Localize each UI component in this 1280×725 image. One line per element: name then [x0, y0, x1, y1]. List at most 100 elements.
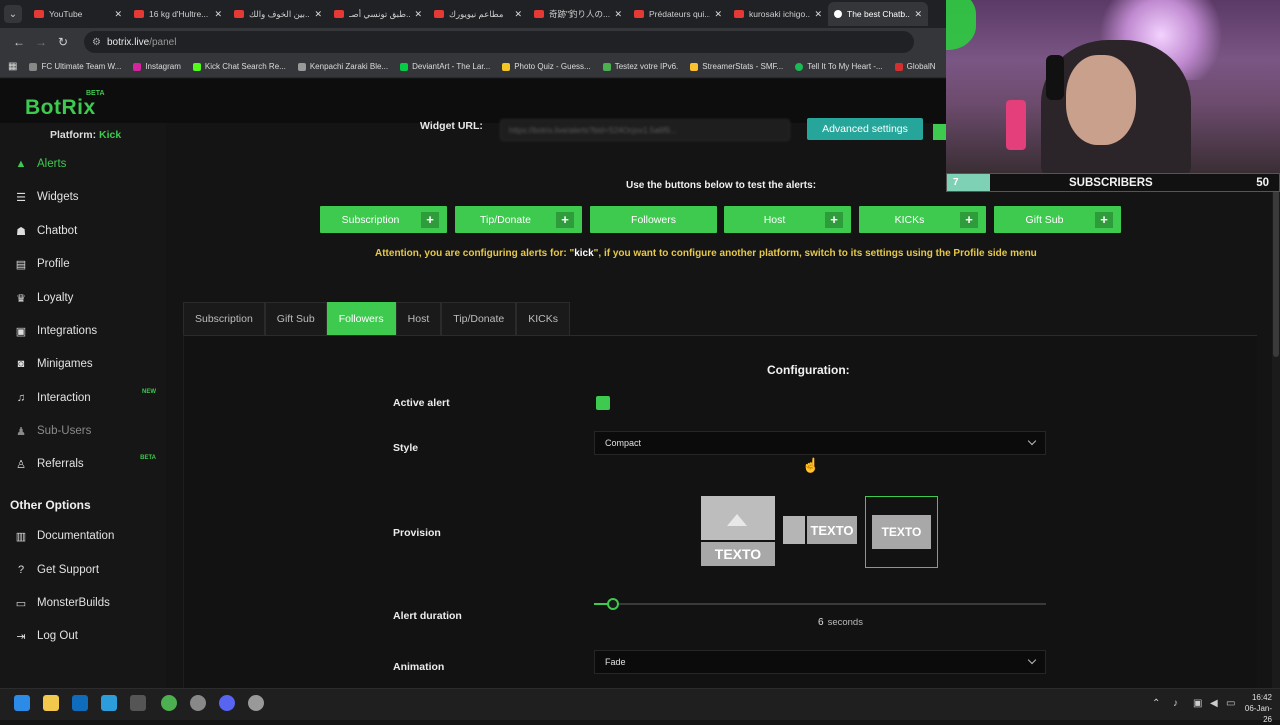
provision-option-stacked[interactable]: TEXTO — [701, 496, 775, 566]
tray-chevron-icon[interactable]: ⌃ — [1152, 698, 1160, 709]
animation-select[interactable]: Fade — [594, 650, 1046, 674]
tab-followers[interactable]: Followers — [326, 302, 396, 335]
steam-icon[interactable] — [130, 695, 146, 711]
active-alert-label: Active alert — [393, 397, 450, 409]
sidebar-item-minigames[interactable]: ◙ Minigames — [0, 351, 166, 377]
active-alert-checkbox[interactable] — [596, 396, 610, 410]
platform-indicator: Platform: Kick — [50, 129, 122, 141]
duration-slider-thumb[interactable] — [607, 598, 619, 610]
test-followers-button[interactable]: Followers — [590, 206, 717, 233]
sidebar-item-monsterbuilds[interactable]: ▭ MonsterBuilds — [0, 590, 166, 616]
sidebar-item-loyalty[interactable]: ♛ Loyalty — [0, 285, 166, 311]
widget-url-label: Widget URL: — [420, 120, 483, 132]
close-tab-icon[interactable]: ✕ — [814, 9, 822, 20]
youtube-icon — [134, 10, 144, 18]
app-icon[interactable] — [190, 695, 206, 711]
volume-icon[interactable]: ◀ — [1210, 698, 1218, 709]
bookmark[interactable]: StreamerStats - SMF... — [690, 62, 783, 71]
style-select[interactable]: Compact — [594, 431, 1046, 455]
widget-url-field[interactable]: https://botrix.live/alerts?bid=S24Ocjox1… — [500, 119, 790, 141]
tab-tip-donate[interactable]: Tip/Donate — [441, 302, 517, 335]
apps-icon[interactable]: ▦ — [8, 61, 17, 72]
reload-icon[interactable]: ↻ — [52, 35, 74, 49]
browser-tab[interactable]: طبق تونسي أصـ...✕ — [328, 2, 428, 26]
provision-option-side[interactable]: TEXTO — [783, 496, 857, 566]
browser-tab[interactable]: بين الخوف والك...✕ — [228, 2, 328, 26]
test-host-button[interactable]: Host + — [724, 206, 851, 233]
tab-gift-sub[interactable]: Gift Sub — [264, 302, 327, 335]
close-tab-icon[interactable]: ✕ — [214, 9, 222, 20]
sidebar-item-documentation[interactable]: ▥ Documentation — [0, 523, 166, 549]
subscriber-count: 7 — [953, 177, 959, 188]
browser-tab[interactable]: 16 kg d'Hultre... ✕ — [128, 2, 228, 26]
forward-icon[interactable]: → — [30, 35, 52, 49]
outlook-icon[interactable] — [72, 695, 88, 711]
bookmark[interactable]: Kenpachi Zaraki Ble... — [297, 62, 388, 71]
sidebar-item-get-support[interactable]: ? Get Support — [0, 557, 166, 583]
bookmark[interactable]: Photo Quiz - Guess... — [502, 62, 591, 71]
bookmark[interactable]: FC Ultimate Team W... — [29, 62, 121, 71]
sidebar-item-chatbot[interactable]: ☗ Chatbot — [0, 218, 166, 244]
test-tip-donate-button[interactable]: Tip/Donate + — [455, 206, 582, 233]
advanced-settings-button[interactable]: Advanced settings — [807, 118, 923, 140]
discord-icon[interactable] — [219, 695, 235, 711]
back-icon[interactable]: ← — [8, 35, 30, 49]
close-tab-icon[interactable]: ✕ — [414, 9, 422, 20]
clock[interactable]: 16:42 06-Jan-26 — [1240, 692, 1272, 725]
sidebar-item-integrations[interactable]: ▣ Integrations — [0, 318, 166, 344]
test-subscription-button[interactable]: Subscription + — [320, 206, 447, 233]
battery-icon[interactable]: ▭ — [1226, 698, 1235, 709]
sidebar-item-sub-users[interactable]: ♟ Sub-Users — [0, 418, 166, 444]
url-host: botrix.live — [106, 36, 150, 48]
bookmark[interactable]: Instagram — [133, 62, 181, 71]
browser-tab[interactable]: 奇跡"釣り人の... ✕ — [528, 2, 628, 26]
url-field[interactable]: ⚙ botrix.live/panel — [84, 31, 914, 53]
provision-option-overlay[interactable]: TEXTO — [865, 496, 938, 568]
close-tab-icon[interactable]: ✕ — [914, 9, 922, 20]
bookmark[interactable]: GlobalN — [894, 62, 936, 71]
sidebar-item-log-out[interactable]: ⇥ Log Out — [0, 623, 166, 649]
sidebar-item-alerts[interactable]: ▲ Alerts — [0, 151, 166, 177]
bookmark[interactable]: Testez votre IPv6. — [602, 62, 678, 71]
close-tab-icon[interactable]: ✕ — [114, 9, 122, 20]
book-icon: ▥ — [15, 530, 27, 543]
network-icon[interactable]: ▣ — [1193, 698, 1202, 709]
tab-kicks[interactable]: KICKs — [516, 302, 570, 335]
deviantart-icon — [400, 62, 409, 71]
browser-tab[interactable]: YouTube ✕ — [28, 2, 128, 26]
tab-search-icon[interactable]: ⌄ — [4, 5, 22, 23]
site-info-icon[interactable]: ⚙ — [92, 37, 101, 48]
file-explorer-icon[interactable] — [43, 695, 59, 711]
sidebar-item-widgets[interactable]: ☰ Widgets — [0, 184, 166, 210]
bookmark[interactable]: Kick Chat Search Re... — [192, 62, 286, 71]
settings-icon[interactable] — [248, 695, 264, 711]
duration-slider-track[interactable] — [594, 603, 1046, 605]
botrix-logo[interactable]: BotRix — [25, 96, 96, 120]
close-tab-icon[interactable]: ✕ — [614, 9, 622, 20]
bookmark-icon — [894, 62, 903, 71]
sidebar-item-interaction[interactable]: ♫ Interaction NEW — [0, 385, 166, 411]
streamer-face — [1066, 55, 1136, 145]
close-tab-icon[interactable]: ✕ — [514, 9, 522, 20]
copy-url-button[interactable] — [933, 124, 946, 140]
browser-tab[interactable]: Prédateurs qui... ✕ — [628, 2, 728, 26]
browser-tab[interactable]: مطاعم نيويورك ✕ — [428, 2, 528, 26]
sidebar-item-referrals[interactable]: ♙ Referrals BETA — [0, 451, 166, 477]
browser-tab-active[interactable]: The best Chatb... ✕ — [828, 2, 928, 26]
tab-host[interactable]: Host — [395, 302, 442, 335]
tab-subscription[interactable]: Subscription — [183, 302, 265, 335]
sidebar-item-profile[interactable]: ▤ Profile — [0, 251, 166, 277]
test-kicks-button[interactable]: KICKs + — [859, 206, 986, 233]
botrix-icon — [834, 10, 842, 18]
mic-icon[interactable]: ♪ — [1173, 698, 1178, 709]
bookmark[interactable]: Tell It To My Heart -... — [795, 62, 883, 71]
bookmark[interactable]: DeviantArt - The Lar... — [400, 62, 490, 71]
webcam-overlay — [946, 0, 1280, 173]
app-icon[interactable] — [101, 695, 117, 711]
chrome-icon[interactable] — [161, 695, 177, 711]
browser-tab[interactable]: kurosaki ichigo... ✕ — [728, 2, 828, 26]
windows-start-icon[interactable] — [14, 695, 30, 711]
test-gift-sub-button[interactable]: Gift Sub + — [994, 206, 1121, 233]
close-tab-icon[interactable]: ✕ — [714, 9, 722, 20]
close-tab-icon[interactable]: ✕ — [314, 9, 322, 20]
